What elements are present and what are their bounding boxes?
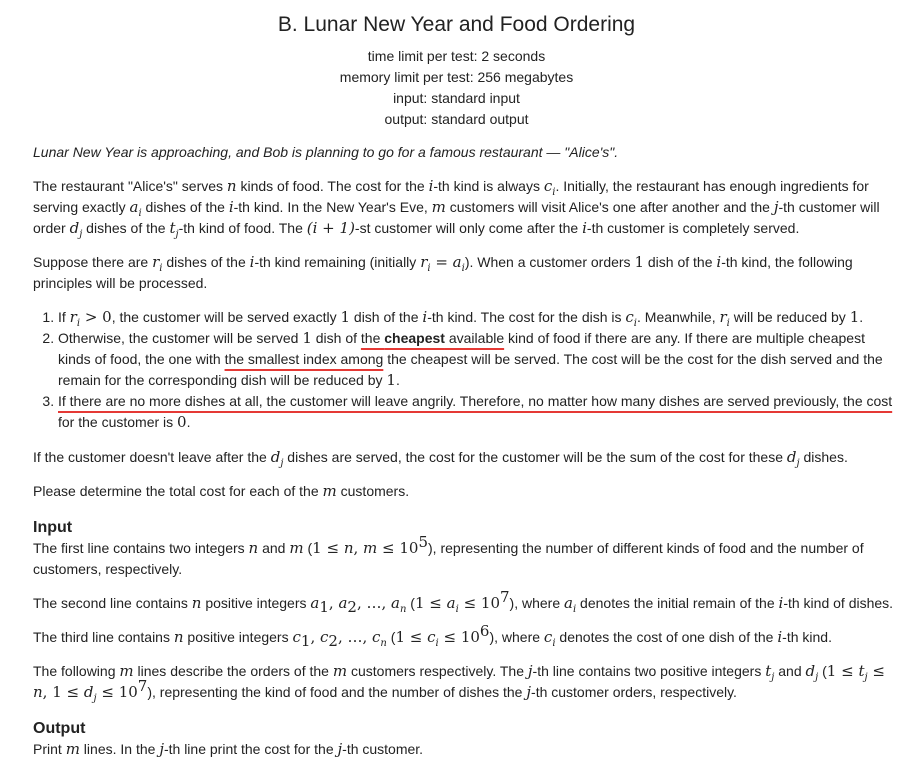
- text: -th customer is completely served.: [586, 220, 800, 236]
- math-var: ai: [129, 198, 142, 219]
- principle-item-3: If there are no more dishes at all, the …: [58, 391, 895, 433]
- text: customers will visit Alice's one after a…: [445, 199, 774, 215]
- principle-item-2: Otherwise, the customer will be served 1…: [58, 328, 895, 391]
- math-num: 1: [634, 253, 644, 271]
- input-paragraph-2: The second line contains n positive inte…: [33, 588, 894, 616]
- text: -th kind is always: [433, 178, 544, 194]
- math-var: n: [226, 177, 237, 195]
- text: dishes of the: [141, 199, 229, 215]
- input-paragraph-3: The third line contains n positive integ…: [33, 622, 832, 650]
- math-expr: ri = ai: [420, 253, 465, 274]
- text: dishes of the: [82, 220, 170, 236]
- text: -st customer will only come after the: [354, 220, 583, 236]
- underline-cheapest: the cheapest available: [360, 330, 505, 346]
- text: Suppose there are: [33, 254, 153, 270]
- time-limit: time limit per test: 2 seconds: [367, 48, 546, 64]
- principles-list: If ri > 0, the customer will be served e…: [33, 307, 895, 433]
- statement-paragraph-3: If the customer doesn't leave after the …: [33, 448, 848, 469]
- text: ). When a customer orders: [464, 254, 635, 270]
- math-var: dj: [69, 219, 83, 240]
- output-section-title: Output: [33, 720, 86, 737]
- input-paragraph-4: The following m lines describe the order…: [33, 662, 885, 704]
- statement-paragraph-1: The restaurant "Alice's" serves n kinds …: [33, 176, 895, 240]
- input-paragraph-1: The first line contains two integers n a…: [33, 533, 864, 578]
- math-var: m: [431, 198, 446, 216]
- principle-item-1: If ri > 0, the customer will be served e…: [58, 307, 895, 329]
- problem-statement: Lunar New Year is approaching, and Bob i…: [33, 142, 895, 773]
- text: kinds of food. The cost for the: [236, 178, 429, 194]
- underline-leave-angrily: If there are no more dishes at all, the …: [58, 393, 893, 409]
- text: dishes of the: [162, 254, 250, 270]
- problem-header: B. Lunar New Year and Food Ordering time…: [0, 13, 913, 130]
- memory-limit: memory limit per test: 256 megabytes: [339, 69, 574, 85]
- problem-page: B. Lunar New Year and Food Ordering time…: [0, 0, 913, 758]
- statement-paragraph-2: Suppose there are ri dishes of the i-th …: [33, 252, 895, 294]
- text: dish of the: [644, 254, 717, 270]
- input-file: input: standard input: [393, 90, 520, 106]
- math-var: ri: [152, 253, 163, 274]
- statement-paragraph-4: Please determine the total cost for each…: [33, 482, 410, 500]
- text: -th kind. In the New Year's Eve,: [233, 199, 432, 215]
- math-var: ci: [543, 177, 556, 198]
- output-file: output: standard output: [384, 111, 529, 127]
- problem-title: B. Lunar New Year and Food Ordering: [277, 13, 636, 36]
- legend-paragraph: Lunar New Year is approaching, and Bob i…: [33, 144, 619, 160]
- math-var: tj: [169, 219, 179, 240]
- input-section-title: Input: [33, 519, 73, 536]
- underline-smallest-index: the smallest index among: [224, 351, 384, 367]
- text: -th kind of food. The: [178, 220, 307, 236]
- text: The restaurant "Alice's" serves: [33, 178, 227, 194]
- math-expr: (i + 1): [306, 219, 355, 237]
- text: -th kind remaining (initially: [254, 254, 421, 270]
